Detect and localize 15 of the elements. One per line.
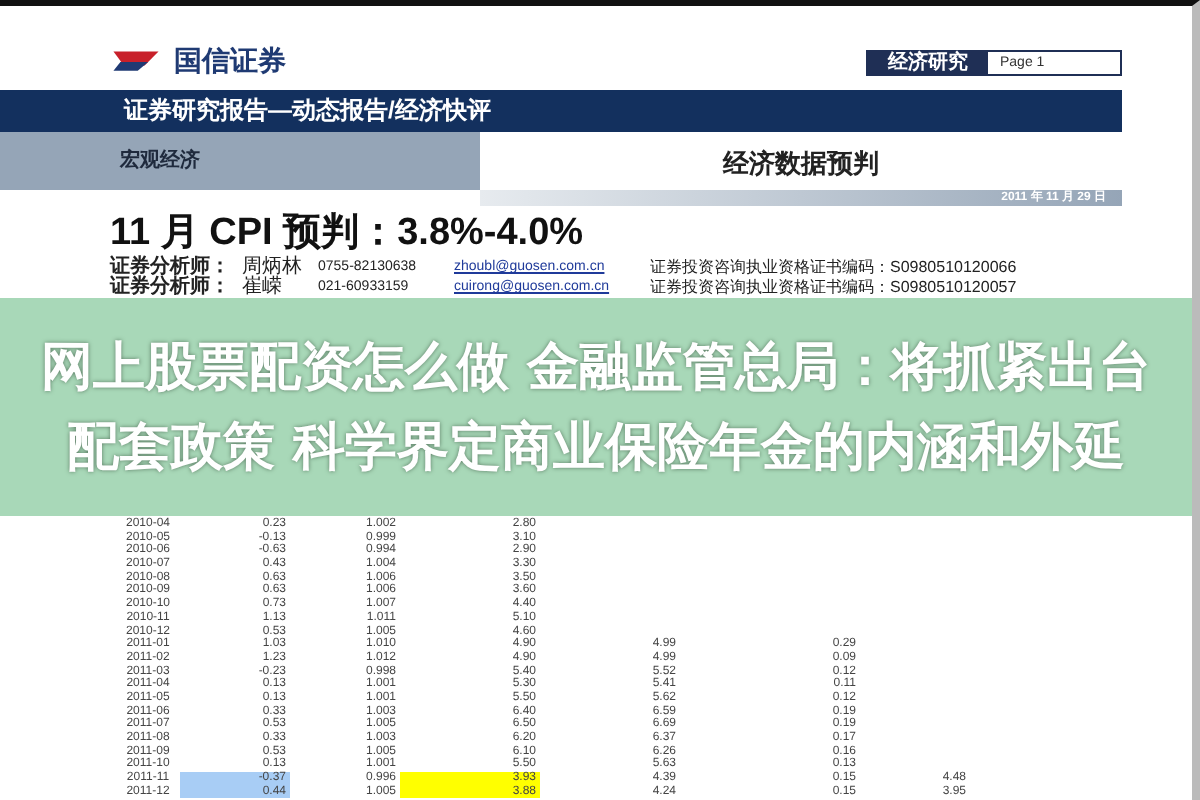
brand-name: 国信证券: [174, 44, 286, 80]
overlay-headline: 网上股票配资怎么做 金融监管总局：将抓紧出台: [40, 337, 1152, 397]
analyst-label: 证券分析师：: [110, 278, 230, 298]
headline: 11 月 CPI 预判：3.8%-4.0%: [108, 210, 586, 255]
analyst-name: 崔嵘: [242, 278, 284, 298]
category-label: 宏观经济: [0, 132, 480, 190]
analyst-name: 周炳林: [242, 258, 304, 278]
report-type: 经济数据预判: [720, 146, 881, 182]
analyst-label: 证券分析师：: [110, 258, 230, 278]
banner-title: 证券研究报告—动态报告/经济快评: [0, 90, 1122, 132]
logo-icon: [110, 48, 162, 76]
section-tag: 经济研究: [868, 51, 988, 73]
certificate-number: 证券投资咨询执业资格证书编码：S0980510120066: [650, 258, 1017, 278]
certificate-number: 证券投资咨询执业资格证书编码：S0980510120057: [650, 278, 1017, 298]
overlay-headline: 配套政策 科学界定商业保险年金的内涵和外延: [66, 417, 1126, 477]
